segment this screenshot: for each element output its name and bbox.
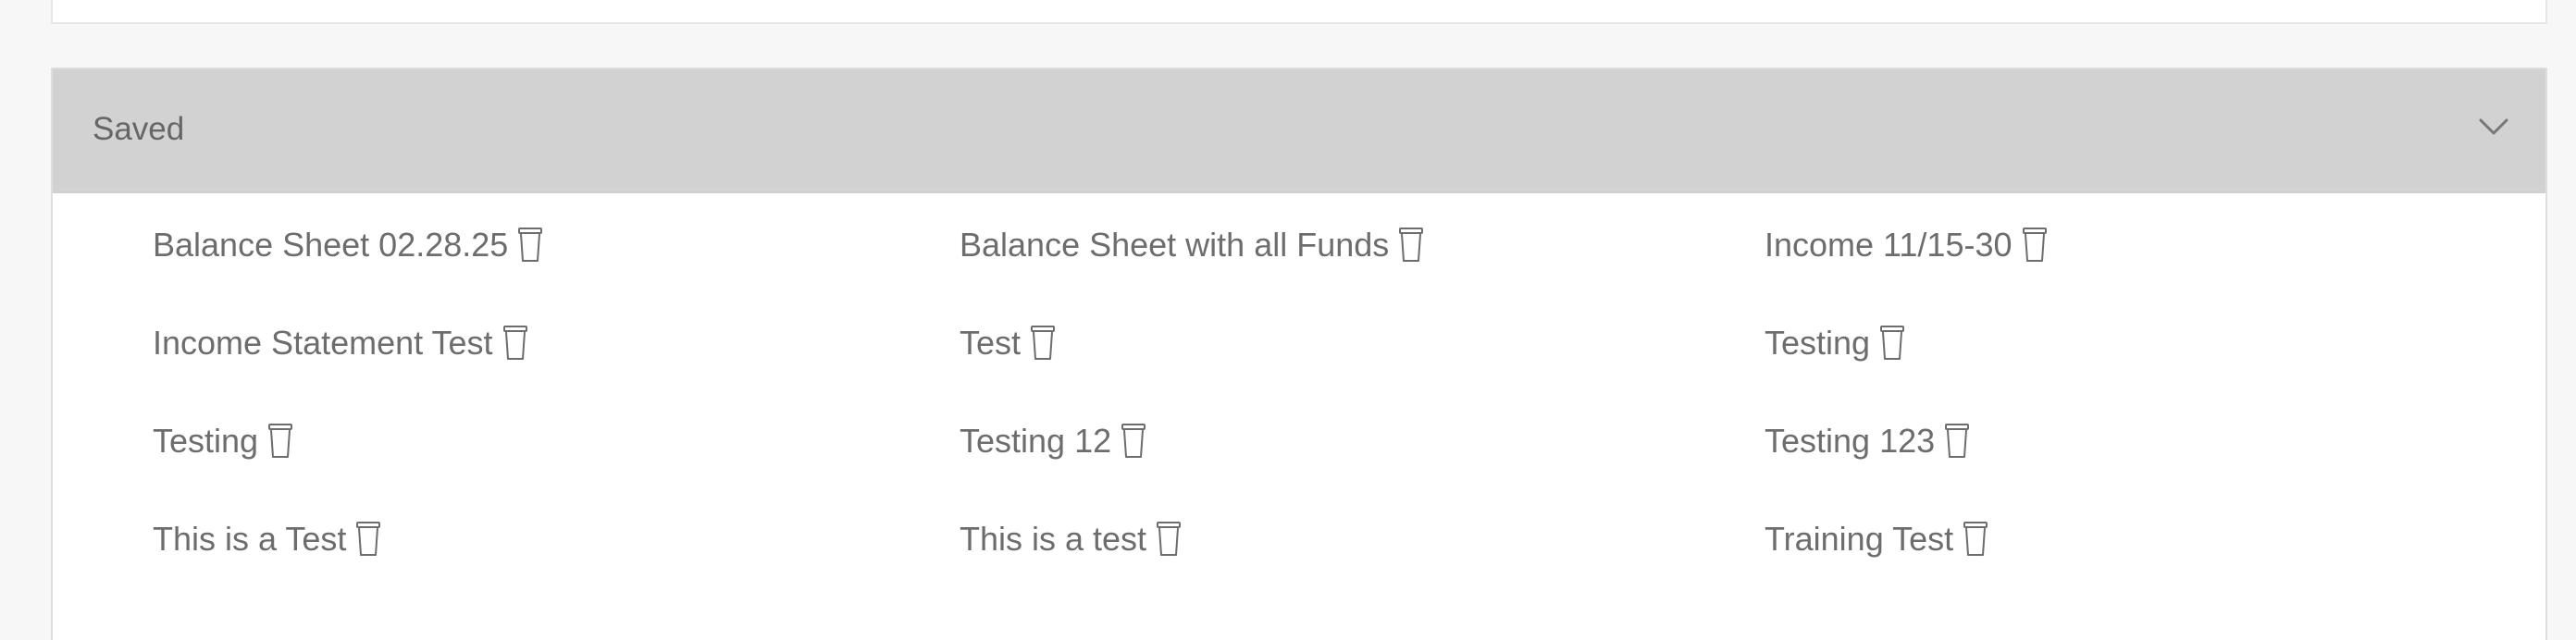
saved-report-item[interactable]: Income Statement Test (153, 315, 530, 371)
saved-panel-title: Saved (93, 111, 185, 147)
saved-report-label[interactable]: This is a Test (153, 511, 346, 567)
saved-report-label[interactable]: Balance Sheet with all Funds (960, 217, 1389, 273)
saved-report-item[interactable]: Income 11/15-30 (1765, 217, 2050, 273)
saved-report-item[interactable]: Testing (153, 413, 295, 469)
saved-report-item[interactable]: Training Test (1765, 511, 1990, 567)
saved-report-item[interactable]: Testing 123 (1765, 413, 1972, 469)
trash-icon[interactable] (353, 521, 383, 558)
chevron-down-icon[interactable] (2477, 116, 2510, 138)
saved-report-item[interactable]: Testing (1765, 315, 1907, 371)
saved-report-item[interactable]: Balance Sheet with all Funds (960, 217, 1426, 273)
saved-report-item[interactable]: Balance Sheet 02.28.25 (153, 217, 545, 273)
saved-report-item[interactable]: Test (960, 315, 1058, 371)
trash-icon[interactable] (1942, 423, 1972, 460)
saved-report-item[interactable]: This is a Test (153, 511, 383, 567)
trash-icon[interactable] (515, 227, 545, 264)
saved-report-item[interactable]: This is a test (960, 511, 1183, 567)
saved-report-label[interactable]: Income 11/15-30 (1765, 217, 2012, 273)
saved-report-label[interactable]: Test (960, 315, 1021, 371)
saved-report-item[interactable]: Testing 12 (960, 413, 1148, 469)
trash-icon[interactable] (1877, 325, 1907, 362)
trash-icon[interactable] (1028, 325, 1058, 362)
trash-icon[interactable] (266, 423, 295, 460)
trash-icon[interactable] (1154, 521, 1183, 558)
saved-report-label[interactable]: Testing 12 (960, 413, 1111, 469)
saved-report-label[interactable]: Income Statement Test (153, 315, 493, 371)
trash-icon[interactable] (1961, 521, 1990, 558)
trash-icon[interactable] (1119, 423, 1148, 460)
saved-report-label[interactable]: Training Test (1765, 511, 1953, 567)
saved-reports-panel: Saved Balance Sheet 02.28.25 Balance She… (51, 68, 2547, 640)
saved-report-label[interactable]: This is a test (960, 511, 1146, 567)
saved-report-label[interactable]: Balance Sheet 02.28.25 (153, 217, 508, 273)
trash-icon[interactable] (501, 325, 530, 362)
saved-panel-header[interactable]: Saved (53, 69, 2545, 193)
previous-card (51, 0, 2547, 24)
trash-icon[interactable] (1396, 227, 1426, 264)
trash-icon[interactable] (2020, 227, 2050, 264)
saved-report-label[interactable]: Testing (1765, 315, 1870, 371)
saved-report-label[interactable]: Testing 123 (1765, 413, 1935, 469)
saved-report-label[interactable]: Testing (153, 413, 258, 469)
